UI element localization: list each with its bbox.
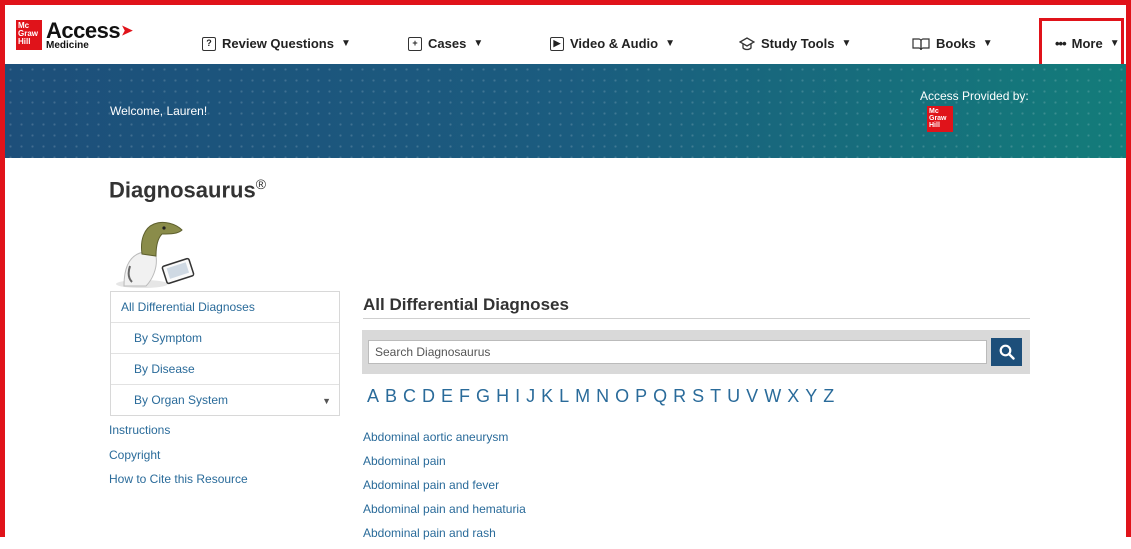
list-item[interactable]: Abdominal pain and rash bbox=[363, 525, 526, 549]
nav-books[interactable]: Books ▼ bbox=[912, 36, 993, 51]
nav-cases-label: Cases bbox=[428, 36, 467, 51]
link-how-to-cite[interactable]: How to Cite this Resource bbox=[109, 471, 248, 496]
list-item[interactable]: Abdominal aortic aneurysm bbox=[363, 429, 526, 453]
nav-cases[interactable]: + Cases ▼ bbox=[408, 36, 483, 51]
letter-link[interactable]: I bbox=[515, 386, 520, 407]
book-icon bbox=[912, 37, 930, 50]
letter-link[interactable]: A bbox=[367, 386, 379, 407]
nav-study-tools[interactable]: Study Tools ▼ bbox=[739, 36, 851, 51]
nav-review-questions[interactable]: ? Review Questions ▼ bbox=[202, 36, 351, 51]
graduation-cap-icon bbox=[739, 36, 755, 50]
mcgraw-hill-logo: Mc Graw Hill bbox=[16, 20, 42, 50]
diagnosis-list: Abdominal aortic aneurysm Abdominal pain… bbox=[363, 429, 526, 549]
sidebar-nav: All Differential Diagnoses By Symptom By… bbox=[110, 291, 340, 416]
letter-link[interactable]: D bbox=[422, 386, 435, 407]
play-icon: ▶ bbox=[550, 36, 564, 51]
list-item[interactable]: Abdominal pain and hematuria bbox=[363, 501, 526, 525]
letter-link[interactable]: W bbox=[764, 386, 781, 407]
chevron-down-icon: ▼ bbox=[340, 38, 351, 49]
nav-study-tools-label: Study Tools bbox=[761, 36, 835, 51]
letter-link[interactable]: U bbox=[727, 386, 740, 407]
chevron-down-icon: ▼ bbox=[473, 38, 484, 49]
letter-link[interactable]: P bbox=[635, 386, 647, 407]
letter-link[interactable]: H bbox=[496, 386, 509, 407]
section-heading: All Differential Diagnoses bbox=[363, 295, 569, 314]
chevron-down-icon: ▼ bbox=[665, 38, 676, 49]
logo-wordmark: Access Medicine bbox=[46, 18, 121, 51]
letter-link[interactable]: X bbox=[787, 386, 799, 407]
nav-video-audio-label: Video & Audio bbox=[570, 36, 659, 51]
list-item[interactable]: Abdominal pain and fever bbox=[363, 477, 526, 501]
registered-mark: ® bbox=[255, 176, 267, 192]
logo-arrow-icon: ➤ bbox=[121, 22, 133, 38]
letter-link[interactable]: K bbox=[541, 386, 553, 407]
letter-link[interactable]: T bbox=[710, 386, 721, 407]
question-icon: ? bbox=[202, 36, 216, 51]
provider-logo: Mc Graw Hill bbox=[927, 106, 953, 132]
chevron-down-icon: ▼ bbox=[841, 38, 852, 49]
letter-link[interactable]: G bbox=[476, 386, 490, 407]
heading-divider bbox=[363, 318, 1030, 319]
more-highlight-box bbox=[1039, 18, 1124, 68]
letter-link[interactable]: J bbox=[526, 386, 535, 407]
search-input[interactable] bbox=[368, 340, 987, 364]
nav-books-label: Books bbox=[936, 36, 976, 51]
letter-link[interactable]: O bbox=[615, 386, 629, 407]
sidebar-item-all-differential-diagnoses[interactable]: All Differential Diagnoses bbox=[111, 292, 339, 323]
letter-link[interactable]: Z bbox=[823, 386, 834, 407]
welcome-banner: Welcome, Lauren! Access Provided by: Mc … bbox=[5, 64, 1126, 158]
top-navigation: Mc Graw Hill Access Medicine ➤ ? Review … bbox=[5, 5, 1126, 64]
nav-review-questions-label: Review Questions bbox=[222, 36, 334, 51]
list-item[interactable]: Abdominal pain bbox=[363, 453, 526, 477]
sidebar-item-by-organ-system-label: By Organ System bbox=[134, 393, 229, 407]
access-medicine-logo[interactable]: Mc Graw Hill Access Medicine ➤ bbox=[16, 18, 133, 51]
letter-link[interactable]: V bbox=[746, 386, 758, 407]
letter-link[interactable]: Q bbox=[653, 386, 667, 407]
chevron-down-icon: ▼ bbox=[982, 38, 993, 49]
link-copyright[interactable]: Copyright bbox=[109, 447, 248, 472]
sidebar-links: Instructions Copyright How to Cite this … bbox=[109, 422, 248, 496]
link-instructions[interactable]: Instructions bbox=[109, 422, 248, 447]
letter-link[interactable]: S bbox=[692, 386, 704, 407]
sidebar-item-by-symptom[interactable]: By Symptom bbox=[111, 323, 339, 354]
letter-link[interactable]: C bbox=[403, 386, 416, 407]
dinosaur-mascot-image bbox=[116, 221, 195, 288]
letter-link[interactable]: R bbox=[673, 386, 686, 407]
search-bar bbox=[362, 330, 1030, 374]
plus-box-icon: + bbox=[408, 36, 422, 51]
letter-link[interactable]: M bbox=[575, 386, 590, 407]
letter-link[interactable]: Y bbox=[805, 386, 817, 407]
letter-link[interactable]: B bbox=[385, 386, 397, 407]
nav-video-audio[interactable]: ▶ Video & Audio ▼ bbox=[550, 36, 675, 51]
alphabet-index: A B C D E F G H I J K L M N O P Q R S T … bbox=[367, 386, 834, 407]
search-icon bbox=[999, 344, 1015, 360]
search-button[interactable] bbox=[991, 338, 1022, 366]
page-title-text: Diagnosaurus bbox=[109, 177, 256, 203]
page-title: Diagnosaurus® bbox=[109, 176, 266, 203]
letter-link[interactable]: E bbox=[441, 386, 453, 407]
letter-link[interactable]: F bbox=[459, 386, 470, 407]
access-provided-text: Access Provided by: bbox=[920, 89, 1029, 103]
sidebar-item-by-organ-system[interactable]: By Organ System ▼ bbox=[111, 385, 339, 415]
chevron-down-icon[interactable]: ▼ bbox=[322, 396, 331, 406]
letter-link[interactable]: L bbox=[559, 386, 569, 407]
welcome-text: Welcome, Lauren! bbox=[110, 104, 208, 118]
sidebar-item-by-disease[interactable]: By Disease bbox=[111, 354, 339, 385]
logo-access-text: Access bbox=[46, 18, 121, 43]
letter-link[interactable]: N bbox=[596, 386, 609, 407]
